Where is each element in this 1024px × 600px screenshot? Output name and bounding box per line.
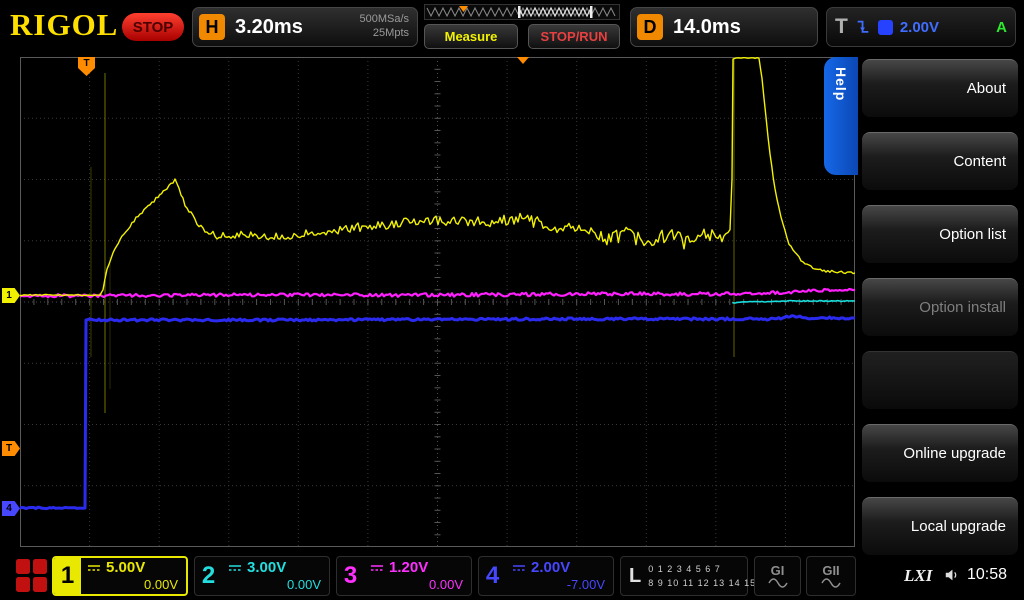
menu-label: Option list [939,226,1006,243]
digital-row1: 0 1 2 3 4 5 6 7 [648,562,756,576]
trigger-slope-icon [855,18,871,36]
menu-button-empty [862,351,1018,409]
sine-wave-icon [768,578,788,588]
channel-info: 2.00V -7.00V [506,557,613,595]
digital-row2: 8 9 10 11 12 13 14 15 [648,576,756,590]
dc-coupling-icon [228,563,242,573]
dc-coupling-icon [370,563,384,573]
channel-number: 3 [337,557,364,595]
lxi-logo: LXI [904,566,932,586]
channel-3-status[interactable]: 3 1.20V 0.00V [336,556,472,596]
menu-grid-icon[interactable] [16,559,47,592]
menu-label: Option install [919,299,1006,316]
channel-4-status[interactable]: 4 2.00V -7.00V [478,556,614,596]
speaker-icon [944,568,960,582]
trigger-level-value: 2.00V [900,19,939,36]
channel-scale: 5.00V [106,559,145,577]
menu-button-option-list[interactable]: Option list [862,205,1018,263]
memory-position-strip[interactable] [424,4,620,20]
menu-button-content[interactable]: Content [862,132,1018,190]
channel-info: 3.00V 0.00V [222,557,329,595]
help-menu-tab[interactable]: Help [824,57,858,175]
trigger-t-label: T [835,15,848,39]
digital-channels-status[interactable]: L 0 1 2 3 4 5 6 7 8 9 10 11 12 13 14 15 [620,556,748,596]
channel-offset: 0.00V [228,577,321,593]
dc-coupling-icon [512,563,526,573]
channel-offset: 0.00V [370,577,463,593]
menu-label: Online upgrade [903,445,1006,462]
memory-depth: 25Mpts [359,27,409,41]
menu-button-option-install: Option install [862,278,1018,336]
channel-1-ground-marker[interactable]: 1 [2,288,20,303]
channel-info: 1.20V 0.00V [364,557,471,595]
channel-info: 5.00V 0.00V [81,558,186,594]
trigger-group[interactable]: T 2.00V A [826,7,1016,47]
oscilloscope-screen: RIGOL STOP H 3.20ms 500MSa/s 25Mpts Meas… [0,0,1024,600]
channel-number: 4 [479,557,506,595]
source1-status[interactable]: GI [754,556,801,596]
memory-waveform-icon [425,5,619,19]
sine-wave-icon [821,578,841,588]
source2-status[interactable]: GII [806,556,856,596]
menu-label: Content [953,153,1006,170]
measure-button[interactable]: Measure [424,24,518,49]
channel-2-status[interactable]: 2 3.00V 0.00V [194,556,330,596]
channel-offset: -7.00V [512,577,605,593]
trigger-source-chip [878,20,893,35]
help-tab-label: Help [833,67,849,175]
dc-coupling-icon [87,563,101,573]
menu-button-about[interactable]: About [862,59,1018,117]
clock: 10:58 [967,566,1007,584]
channel-4-ground-marker[interactable]: 4 [2,501,20,516]
channel-number: 1 [54,558,81,594]
timebase-value: 3.20ms [235,16,303,39]
run-state-badge: STOP [122,13,184,41]
channel-scale: 1.20V [389,559,428,577]
acquisition-info: 500MSa/s 25Mpts [359,13,409,41]
channel-offset: 0.00V [87,577,178,593]
gen1-label: GI [771,564,785,578]
menu-button-local-upgrade[interactable]: Local upgrade [862,497,1018,555]
delay-group[interactable]: D 14.0ms [630,7,818,47]
menu-label: Local upgrade [911,518,1006,535]
digital-channel-numbers: 0 1 2 3 4 5 6 7 8 9 10 11 12 13 14 15 [648,562,756,591]
gen2-label: GII [822,564,839,578]
rigol-logo: RIGOL [10,7,118,43]
sample-rate: 500MSa/s [359,13,409,27]
waveform-display [20,57,855,547]
trigger-mode-flag: A [996,19,1007,36]
horizontal-h-badge: H [199,14,225,40]
menu-button-online-upgrade[interactable]: Online upgrade [862,424,1018,482]
digital-label: L [629,565,641,588]
stop-run-button[interactable]: STOP/RUN [528,24,620,49]
channel-scale: 2.00V [531,559,570,577]
channel-number: 2 [195,557,222,595]
delay-value: 14.0ms [673,16,741,39]
menu-label: About [967,80,1006,97]
scope-grid-and-traces [20,57,855,547]
horizontal-group[interactable]: H 3.20ms 500MSa/s 25Mpts [192,7,418,47]
trigger-level-marker[interactable]: T [2,441,20,456]
channel-1-status[interactable]: 1 5.00V 0.00V [52,556,188,596]
delay-d-badge: D [637,14,663,40]
channel-scale: 3.00V [247,559,286,577]
